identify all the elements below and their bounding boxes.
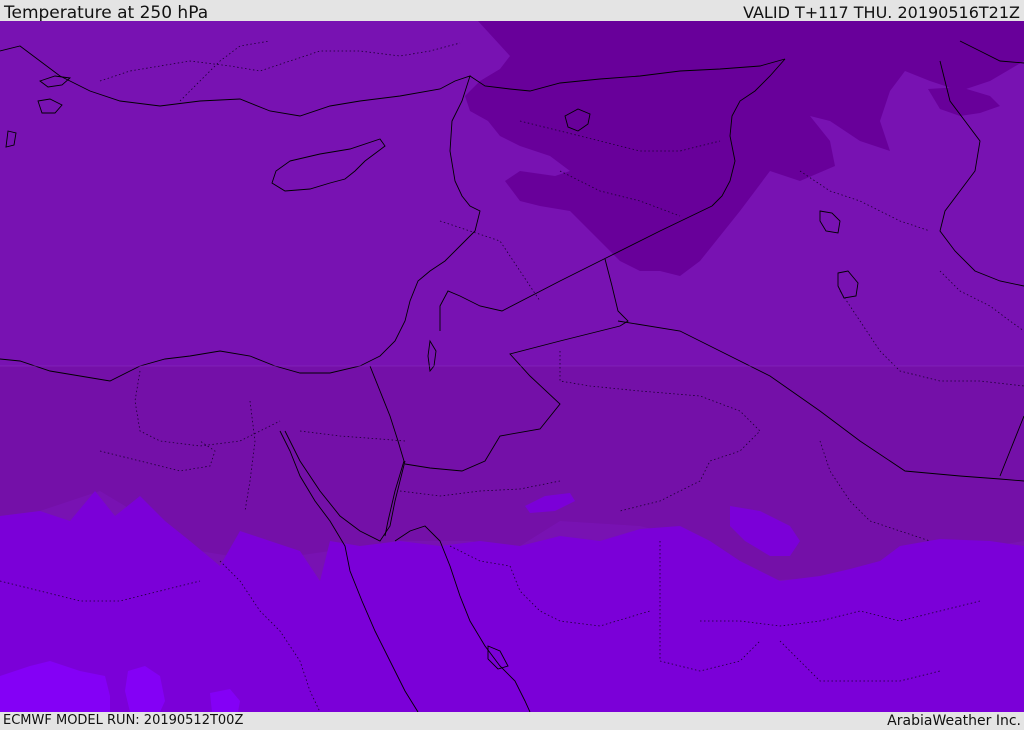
header-bar: Temperature at 250 hPa VALID T+117 THU. … bbox=[0, 0, 1024, 23]
brand-label: ArabiaWeather Inc. bbox=[887, 713, 1021, 729]
valid-time: VALID T+117 THU. 20190516T21Z bbox=[743, 3, 1020, 22]
map-title: Temperature at 250 hPa bbox=[4, 3, 209, 23]
weather-map[interactable] bbox=[0, 21, 1024, 712]
map-canvas bbox=[0, 21, 1024, 712]
model-run: ECMWF MODEL RUN: 20190512T00Z bbox=[3, 713, 244, 728]
footer-bar: ECMWF MODEL RUN: 20190512T00Z ArabiaWeat… bbox=[0, 712, 1024, 729]
